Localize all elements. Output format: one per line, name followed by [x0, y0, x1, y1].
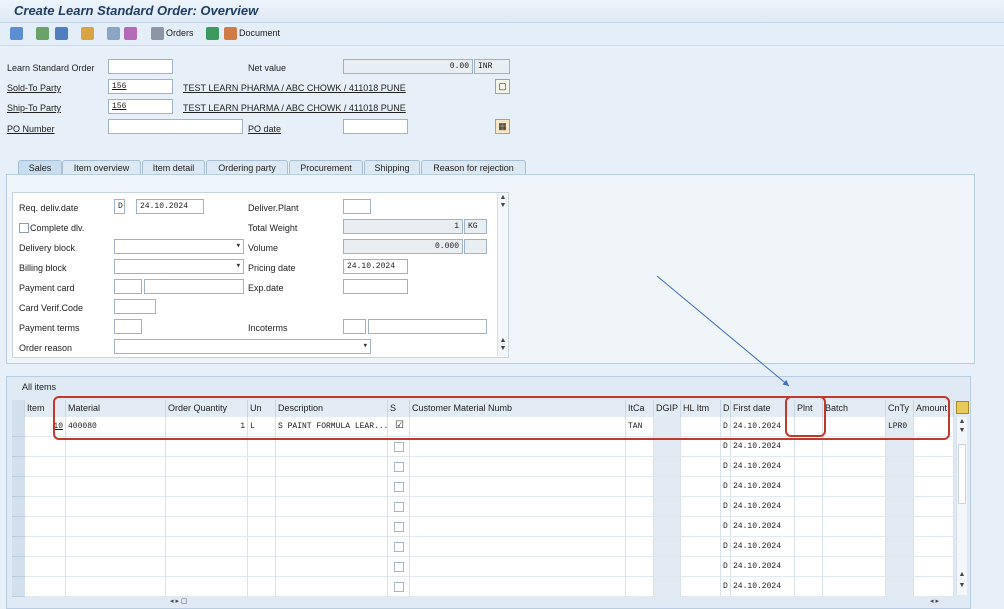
annotation-arrow [656, 275, 790, 387]
